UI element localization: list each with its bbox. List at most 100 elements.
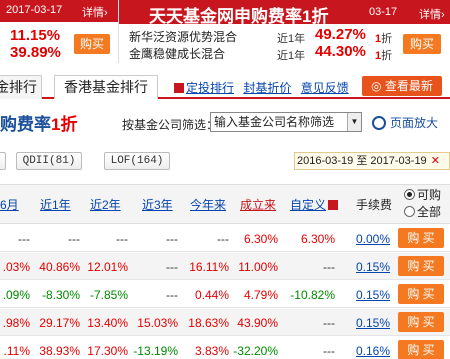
fee-link[interactable]: 0.15% — [356, 260, 390, 274]
ad-left-date: 2017-03-17 — [6, 4, 63, 16]
ad-fund-name[interactable]: 金鹰稳健成长混合 — [129, 45, 225, 62]
ad-right-date: 03-17 — [369, 6, 398, 18]
ad-left-rate-2: 39.89% — [10, 44, 61, 61]
table-cell: 0.44% — [194, 288, 229, 302]
radio-buyable[interactable]: 可购 — [404, 187, 441, 204]
ad-left-rate-1: 11.15% — [10, 27, 61, 44]
table-cell: --- — [68, 232, 80, 246]
table-row: --- --- --- --- --- 6.30% 6.30% 0.00% 购 买 — [0, 225, 450, 252]
ad-fund-period: 近1年 — [277, 50, 306, 62]
fee-link[interactable]: 0.16% — [356, 344, 390, 358]
table-row: .09% -8.30% -7.85% --- 0.44% 4.79% -10.82% 0.15… — [0, 281, 450, 308]
view-latest-label: 查看最新 — [384, 79, 433, 93]
table-cell: -32.20% — [233, 344, 278, 358]
table-cell: 43.90% — [237, 316, 278, 330]
table-cell: 15.03% — [137, 316, 178, 330]
table-row: .98% 29.17% 13.40% 15.03% 18.63% 43.90% --- 0.1… — [0, 309, 450, 336]
ad-fund-return: 49.27% — [315, 26, 366, 43]
col-6-month[interactable]: 6月 — [0, 196, 19, 213]
col-2-year[interactable]: 近2年 — [90, 196, 121, 213]
table-cell: -13.19% — [133, 344, 178, 358]
ad-left-buy-button[interactable]: 购买 — [74, 34, 110, 54]
page-title: 购费率1折 — [0, 115, 78, 134]
fee-link[interactable]: 0.00% — [356, 232, 390, 246]
buy-button[interactable]: 购 买 — [398, 284, 444, 304]
promo-ad-left[interactable]: 2017-03-17 详情› 11.15% 39.89% 购买 — [0, 0, 118, 63]
purchase-filter-radios: 可购 全部 — [404, 187, 441, 221]
fund-type-button-partial[interactable] — [0, 152, 6, 170]
buy-button[interactable]: 购 买 — [398, 256, 444, 276]
promo-ad-right[interactable]: 天天基金网申购费率1折 03-17 详情› 新华泛资源优势混合 近1年 49.2… — [118, 0, 450, 63]
fund-type-qdii-button[interactable]: QDII(81) — [16, 152, 82, 170]
ad-left-detail-link[interactable]: 详情› — [82, 4, 108, 20]
company-select-value: 输入基金公司名称筛选 — [214, 115, 335, 129]
col-1-year[interactable]: 近1年 — [40, 196, 71, 213]
table-cell: -10.82% — [290, 288, 335, 302]
table-cell: 13.40% — [87, 316, 128, 330]
company-select[interactable]: 输入基金公司名称筛选 ▼ — [210, 112, 362, 132]
table-cell: 16.11% — [189, 260, 229, 274]
fee-link[interactable]: 0.15% — [356, 316, 390, 330]
table-cell: .11% — [3, 344, 30, 358]
table-cell: 12.01% — [87, 260, 128, 274]
table-cell: 11.00% — [238, 260, 278, 274]
ranking-icon — [174, 83, 184, 93]
table-cell: .09% — [2, 288, 30, 302]
buy-button[interactable]: 购 买 — [398, 312, 444, 332]
col-ytd[interactable]: 今年来 — [190, 196, 226, 213]
date-range-picker[interactable]: 2016-03-19 至 2017-03-19 ✕ — [294, 152, 450, 170]
promo-banner: 2017-03-17 详情› 11.15% 39.89% 购买 天天基金网申购费… — [0, 0, 450, 63]
buy-button[interactable]: 购 买 — [398, 340, 444, 359]
col-3-year[interactable]: 近3年 — [142, 196, 173, 213]
link-closed-fund-discount[interactable]: 封基折价 — [243, 81, 291, 95]
table-cell: 17.30% — [87, 344, 128, 358]
ranking-tabs: 金排行 香港基金排行 定投排行 封基折价 意见反馈 ◎ 查看最新 — [0, 75, 450, 99]
ad-right-detail-link[interactable]: 详情› — [419, 6, 445, 22]
table-cell: .98% — [2, 316, 30, 330]
table-cell: --- — [323, 344, 335, 358]
table-cell: 29.17% — [39, 316, 80, 330]
col-since-inception[interactable]: 成立来 — [240, 196, 276, 213]
table-cell: 38.93% — [39, 344, 80, 358]
page-zoom-button[interactable]: 页面放大 — [372, 114, 438, 131]
date-from[interactable]: 2016-03-19 — [297, 155, 353, 167]
table-cell: --- — [217, 232, 229, 246]
ad-fund-discount: 1折 — [375, 50, 393, 62]
view-latest-button[interactable]: ◎ 查看最新 — [362, 76, 442, 96]
ad-fund-return: 44.30% — [315, 43, 366, 60]
table-cell: 40.86% — [39, 260, 80, 274]
table-row: .11% 38.93% 17.30% -13.19% 3.83% -32.20% --- 0.… — [0, 337, 450, 359]
table-cell: 18.63% — [188, 316, 229, 330]
radio-all[interactable]: 全部 — [404, 204, 441, 221]
table-cell: 6.30% — [243, 232, 278, 246]
date-to-label: 至 — [356, 155, 368, 167]
company-filter-label: 按基金公司筛选： — [122, 118, 219, 132]
fee-link[interactable]: 0.15% — [356, 288, 390, 302]
table-row: .03% 40.86% 12.01% --- 16.11% 11.00% --- 0.15% 购… — [0, 253, 450, 280]
date-to[interactable]: 2017-03-19 — [370, 155, 426, 167]
ad-fund-name[interactable]: 新华泛资源优势混合 — [129, 28, 237, 45]
radio-on-icon — [404, 189, 415, 200]
tab-fund-ranking[interactable]: 金排行 — [0, 75, 42, 99]
radio-off-icon — [404, 206, 415, 217]
tab-hk-fund-ranking[interactable]: 香港基金排行 — [54, 75, 158, 99]
close-icon[interactable]: ✕ — [431, 155, 440, 167]
table-cell: -8.30% — [41, 288, 80, 302]
quick-links: 定投排行 封基折价 意见反馈 — [174, 79, 355, 96]
chevron-down-icon[interactable]: ▼ — [347, 113, 361, 131]
table-cell: 3.83% — [194, 344, 229, 358]
ad-fund-period: 近1年 — [277, 33, 306, 45]
zoom-label: 页面放大 — [390, 116, 439, 130]
ad-fund-discount: 1折 — [375, 33, 393, 45]
buy-button[interactable]: 购 买 — [398, 228, 444, 248]
fund-type-lof-button[interactable]: LOF(164) — [104, 152, 170, 170]
link-dingtou-ranking[interactable]: 定投排行 — [174, 81, 234, 95]
col-custom[interactable]: 自定义 — [290, 196, 339, 213]
table-header: 6月 近1年 近2年 近3年 今年来 成立来 自定义 手续费 可购 全部 — [0, 184, 450, 224]
table-cell: --- — [18, 232, 30, 246]
table-cell: --- — [166, 232, 178, 246]
calendar-icon[interactable] — [328, 200, 339, 210]
link-feedback[interactable]: 意见反馈 — [301, 81, 349, 95]
table-cell: 6.30% — [300, 232, 335, 246]
ad-right-buy-button[interactable]: 购买 — [403, 34, 441, 54]
